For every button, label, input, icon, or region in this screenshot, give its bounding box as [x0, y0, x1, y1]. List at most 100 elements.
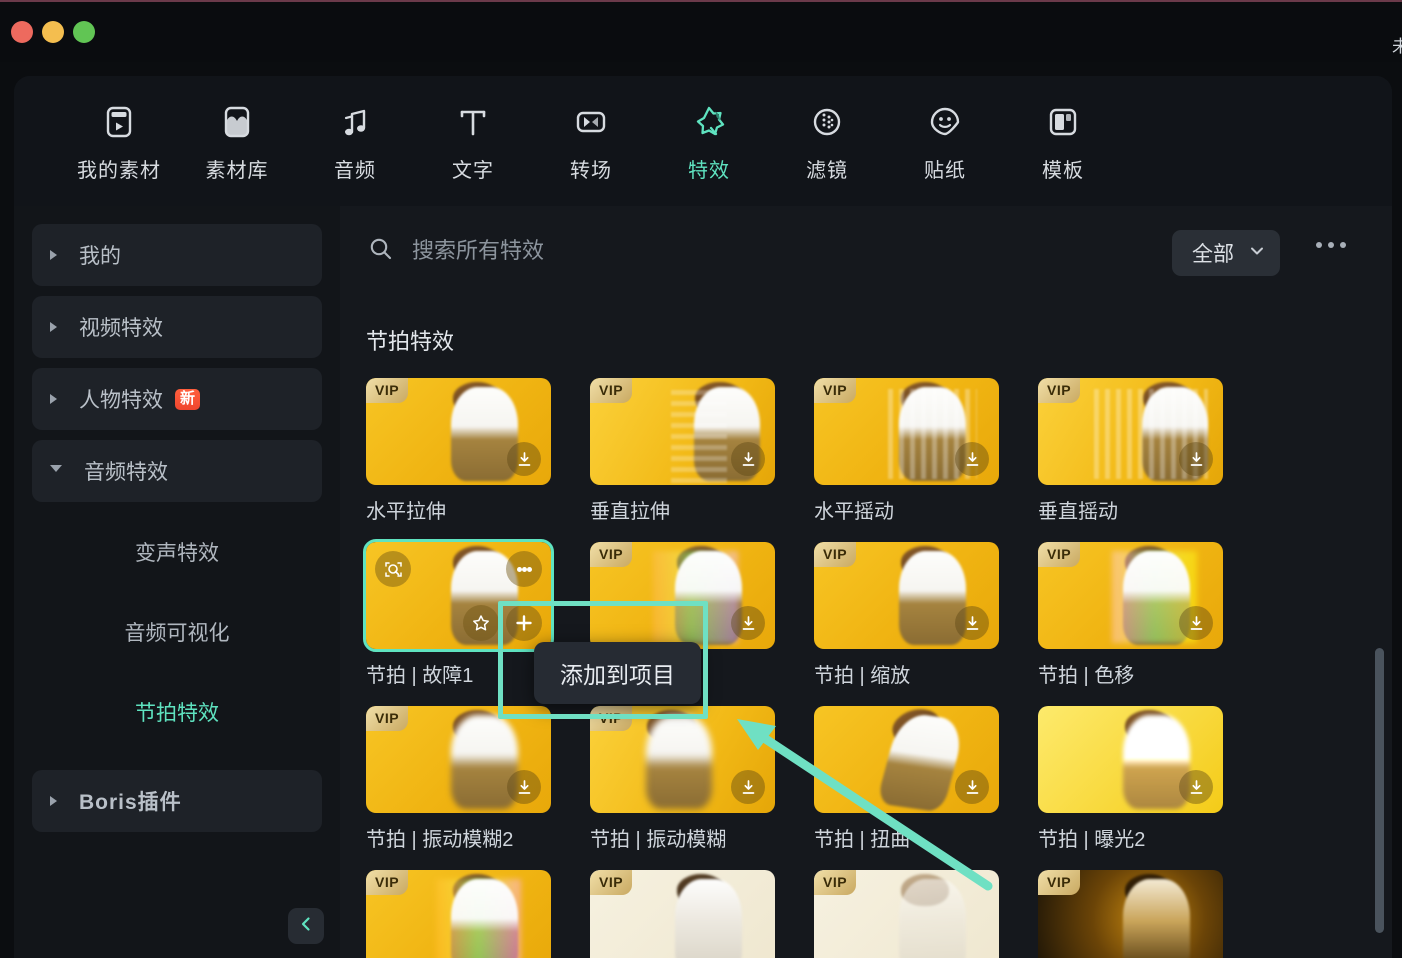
effect-card[interactable]: VIP 节拍 | 振动模糊2: [366, 706, 551, 852]
tab-my-media[interactable]: 我的素材: [60, 100, 178, 183]
tab-label: 模板: [1042, 160, 1084, 182]
vip-badge: VIP: [366, 706, 409, 731]
tab-text[interactable]: 文字: [414, 100, 532, 183]
download-icon[interactable]: [507, 770, 541, 804]
ellipsis-icon: [1316, 242, 1322, 248]
vip-badge: VIP: [366, 870, 409, 895]
filter-dropdown[interactable]: 全部: [1172, 230, 1280, 276]
sidebar-group-audio-effects[interactable]: 音频特效: [32, 440, 322, 502]
effect-card[interactable]: VIP: [366, 870, 551, 958]
sidebar-sub-label: 节拍特效: [135, 702, 219, 725]
effect-label: 水平摇动: [814, 501, 894, 523]
search-input[interactable]: [412, 238, 1112, 264]
sidebar-group-boris-plugins[interactable]: Boris插件: [32, 770, 322, 832]
effect-card[interactable]: VIP 垂直摇动: [1038, 378, 1223, 524]
sticker-face-icon: [925, 100, 965, 144]
tab-label: 我的素材: [77, 160, 161, 182]
effect-thumbnail: [1038, 706, 1223, 813]
vip-badge: VIP: [1038, 870, 1081, 895]
tab-media-library[interactable]: 素材库: [178, 100, 296, 183]
sidebar-sub-label: 音频可视化: [124, 622, 230, 645]
sidebar-collapse-button[interactable]: [288, 908, 324, 944]
vip-badge: VIP: [1038, 542, 1081, 567]
effect-card[interactable]: VIP: [1038, 870, 1223, 958]
sidebar-item-beat-effects[interactable]: 节拍特效: [32, 672, 322, 752]
effect-card[interactable]: VIP: [590, 870, 775, 958]
download-icon[interactable]: [731, 606, 765, 640]
tab-transition[interactable]: 转场: [532, 100, 650, 183]
tab-effects[interactable]: 特效: [650, 100, 768, 183]
download-icon[interactable]: [1179, 442, 1213, 476]
tab-template[interactable]: 模板: [1004, 100, 1122, 183]
effect-label: 垂直拉伸: [590, 501, 670, 523]
sidebar-item-voice-effects[interactable]: 变声特效: [32, 512, 322, 592]
chevron-down-icon: [1248, 242, 1266, 265]
download-icon[interactable]: [955, 606, 989, 640]
tab-label: 贴纸: [924, 160, 966, 182]
download-icon[interactable]: [731, 770, 765, 804]
download-icon[interactable]: [507, 442, 541, 476]
favorite-star-icon[interactable]: [463, 605, 499, 641]
download-icon[interactable]: [1179, 606, 1213, 640]
effect-card[interactable]: VIP 水平拉伸: [366, 378, 551, 524]
effect-label: 节拍 | 振动模糊2: [366, 829, 514, 851]
content-panel: 全部 节拍特效: [340, 206, 1392, 958]
sidebar-group-character-effects[interactable]: 人物特效 新: [32, 368, 322, 430]
vip-badge: VIP: [590, 542, 633, 567]
tab-audio[interactable]: 音频: [296, 100, 414, 183]
vip-badge: VIP: [814, 378, 857, 403]
download-icon[interactable]: [955, 770, 989, 804]
effect-label: 节拍 | 色移: [1038, 665, 1135, 687]
ellipsis-icon: [1328, 242, 1334, 248]
more-options-button[interactable]: [1316, 242, 1346, 248]
effect-thumbnail: VIP: [814, 378, 999, 485]
effect-card[interactable]: 节拍 | 扭曲: [814, 706, 999, 852]
template-icon: [1043, 100, 1083, 144]
main-window: 我的素材 素材库 音频 文字 转场 特效 滤镜 贴纸 模板 我的 视频特效 人物…: [14, 76, 1392, 958]
sidebar: 我的 视频特效 人物特效 新 音频特效 变声特效 音频可视化 节拍特效 Bori…: [14, 206, 340, 958]
tab-label: 文字: [452, 160, 494, 182]
more-dots-icon[interactable]: [506, 551, 542, 587]
app-window: 未 我的素材 素材库 音频 文字 转场 特效 滤镜 贴纸 模板 我的 视频特效 …: [0, 0, 1402, 958]
close-button[interactable]: [11, 21, 33, 43]
download-icon[interactable]: [731, 442, 765, 476]
body-split: 我的 视频特效 人物特效 新 音频特效 变声特效 音频可视化 节拍特效 Bori…: [14, 206, 1392, 958]
effect-card[interactable]: VIP 水平摇动: [814, 378, 999, 524]
effect-label: 水平拉伸: [366, 501, 446, 523]
tab-label: 素材库: [205, 160, 269, 182]
download-icon[interactable]: [1179, 770, 1213, 804]
effect-card[interactable]: VIP 垂直拉伸: [590, 378, 775, 524]
effect-card[interactable]: 节拍 | 曝光2: [1038, 706, 1223, 852]
effect-thumbnail: VIP: [814, 542, 999, 649]
top-navigation: 我的素材 素材库 音频 文字 转场 特效 滤镜 贴纸 模板: [14, 76, 1392, 206]
sidebar-group-label: 我的: [79, 245, 121, 268]
sidebar-group-video-effects[interactable]: 视频特效: [32, 296, 322, 358]
window-controls[interactable]: [11, 21, 95, 43]
maximize-button[interactable]: [73, 21, 95, 43]
download-icon[interactable]: [955, 442, 989, 476]
effect-card[interactable]: VIP 节拍 | 色移: [1038, 542, 1223, 688]
minimize-button[interactable]: [42, 21, 64, 43]
effect-label: 节拍 | 曝光2: [1038, 829, 1146, 851]
my-media-icon: [99, 100, 139, 144]
effect-card[interactable]: VIP 节拍 | 缩放: [814, 542, 999, 688]
sidebar-item-audio-visualization[interactable]: 音频可视化: [32, 592, 322, 672]
title-bar: 未: [0, 0, 1402, 62]
transition-icon: [571, 100, 611, 144]
tab-filter[interactable]: 滤镜: [768, 100, 886, 183]
tab-sticker[interactable]: 贴纸: [886, 100, 1004, 183]
vip-badge: VIP: [590, 870, 633, 895]
filter-circle-icon: [807, 100, 847, 144]
effect-thumbnail: VIP: [366, 706, 551, 813]
media-library-icon: [217, 100, 257, 144]
effect-card[interactable]: VIP: [814, 870, 999, 958]
window-title: 未: [1392, 37, 1402, 56]
tab-label: 音频: [334, 160, 376, 182]
effect-thumbnail: VIP: [814, 870, 999, 958]
new-badge: 新: [175, 388, 201, 410]
effect-thumbnail: VIP: [1038, 378, 1223, 485]
content-scrollbar[interactable]: [1375, 648, 1384, 933]
preview-zoom-icon[interactable]: [375, 551, 411, 587]
effect-card[interactable]: VIP 节拍 | 振动模糊: [590, 706, 775, 852]
sidebar-group-my[interactable]: 我的: [32, 224, 322, 286]
